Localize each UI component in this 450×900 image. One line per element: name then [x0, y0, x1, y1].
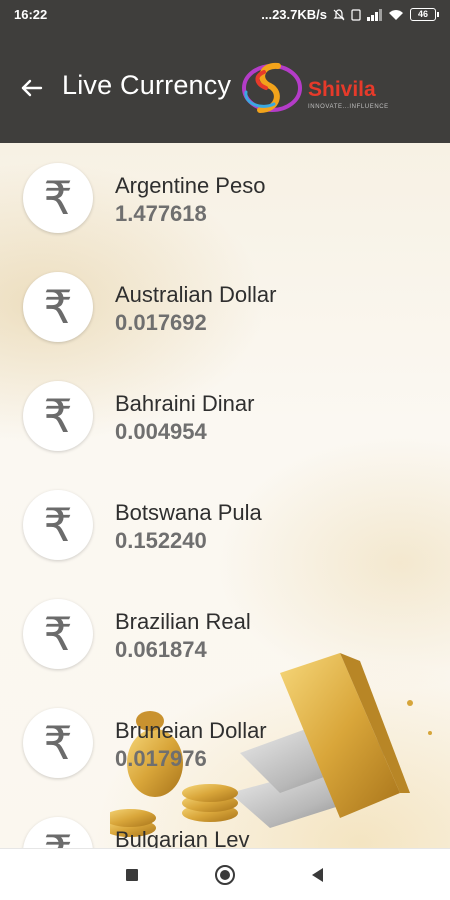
- back-button[interactable]: [16, 72, 48, 104]
- currency-rate: 0.017976: [115, 746, 207, 771]
- currency-name: Brazilian Real: [115, 609, 251, 634]
- silent-icon: [333, 8, 345, 20]
- triangle-left-icon: [312, 868, 323, 882]
- recent-apps-button[interactable]: [120, 863, 144, 887]
- currency-name: Bahraini Dinar: [115, 391, 255, 416]
- status-icons: ...23.7KB/s 46: [261, 7, 439, 22]
- currency-rate: 0.152240: [115, 528, 207, 553]
- square-icon: [126, 869, 138, 881]
- currency-avatar: ₹: [23, 163, 93, 233]
- currency-avatar: ₹: [23, 599, 93, 669]
- rupee-icon: ₹: [43, 389, 73, 443]
- currency-item-argentine-peso[interactable]: ₹ Argentine Peso 1.477618: [0, 143, 450, 243]
- home-button[interactable]: [213, 863, 237, 887]
- currency-name: Botswana Pula: [115, 500, 262, 525]
- currency-avatar: ₹: [23, 490, 93, 560]
- currency-rate: 0.061874: [115, 637, 207, 662]
- system-nav-bar: [0, 848, 450, 900]
- signal-icon: [367, 8, 382, 21]
- rupee-icon: ₹: [43, 716, 73, 770]
- currency-name: Bruneian Dollar: [115, 718, 267, 743]
- currency-content[interactable]: ₹ Argentine Peso 1.477618 ₹ Australian D…: [0, 143, 450, 848]
- currency-name: Australian Dollar: [115, 282, 277, 307]
- currency-item-botswana-pula[interactable]: ₹ Botswana Pula 0.152240: [0, 470, 450, 570]
- currency-rate: 0.004954: [115, 419, 207, 444]
- top-app-area: 16:22 ...23.7KB/s 46 Live Currency Shivi…: [0, 0, 450, 143]
- currency-rate: 0.017692: [115, 310, 207, 335]
- page-title: Live Currency: [62, 70, 232, 100]
- logo-mark-icon: [242, 62, 302, 113]
- currency-item-australian-dollar[interactable]: ₹ Australian Dollar 0.017692: [0, 252, 450, 352]
- currency-item-bulgarian-lev[interactable]: ₹ Bulgarian Lev: [0, 797, 450, 848]
- arrow-left-icon: [21, 79, 43, 97]
- nav-back-button[interactable]: [306, 863, 330, 887]
- currency-item-brazilian-real[interactable]: ₹ Brazilian Real 0.061874: [0, 579, 450, 679]
- sim-icon: [351, 8, 361, 21]
- currency-item-bahraini-dinar[interactable]: ₹ Bahraini Dinar 0.004954: [0, 361, 450, 461]
- rupee-icon: ₹: [43, 498, 73, 552]
- currency-rate: 1.477618: [115, 201, 207, 226]
- brand-name: Shivila: [308, 78, 376, 101]
- circle-icon: [215, 865, 235, 885]
- brand-tagline: INNOVATE...INFLUENCE: [308, 104, 389, 110]
- app-bar: Live Currency Shivila INNOVATE...INFLUEN…: [0, 50, 450, 125]
- status-time: 16:22: [14, 7, 48, 22]
- currency-avatar: ₹: [23, 272, 93, 342]
- currency-avatar: ₹: [23, 817, 93, 848]
- currency-item-bruneian-dollar[interactable]: ₹ Bruneian Dollar 0.017976: [0, 688, 450, 788]
- currency-name: Argentine Peso: [115, 173, 266, 198]
- rupee-icon: ₹: [43, 280, 73, 334]
- currency-name: Bulgarian Lev: [115, 827, 250, 848]
- currency-avatar: ₹: [23, 708, 93, 778]
- currency-avatar: ₹: [23, 381, 93, 451]
- wifi-icon: [389, 9, 403, 20]
- rupee-icon: ₹: [43, 829, 72, 848]
- rupee-icon: ₹: [43, 607, 73, 661]
- brand-logo: Shivila INNOVATE...INFLUENCE: [234, 58, 414, 118]
- rupee-icon: ₹: [43, 171, 73, 225]
- status-bar: 16:22 ...23.7KB/s 46: [0, 0, 450, 30]
- battery-icon: 46: [410, 8, 439, 21]
- network-speed: ...23.7KB/s: [261, 7, 327, 22]
